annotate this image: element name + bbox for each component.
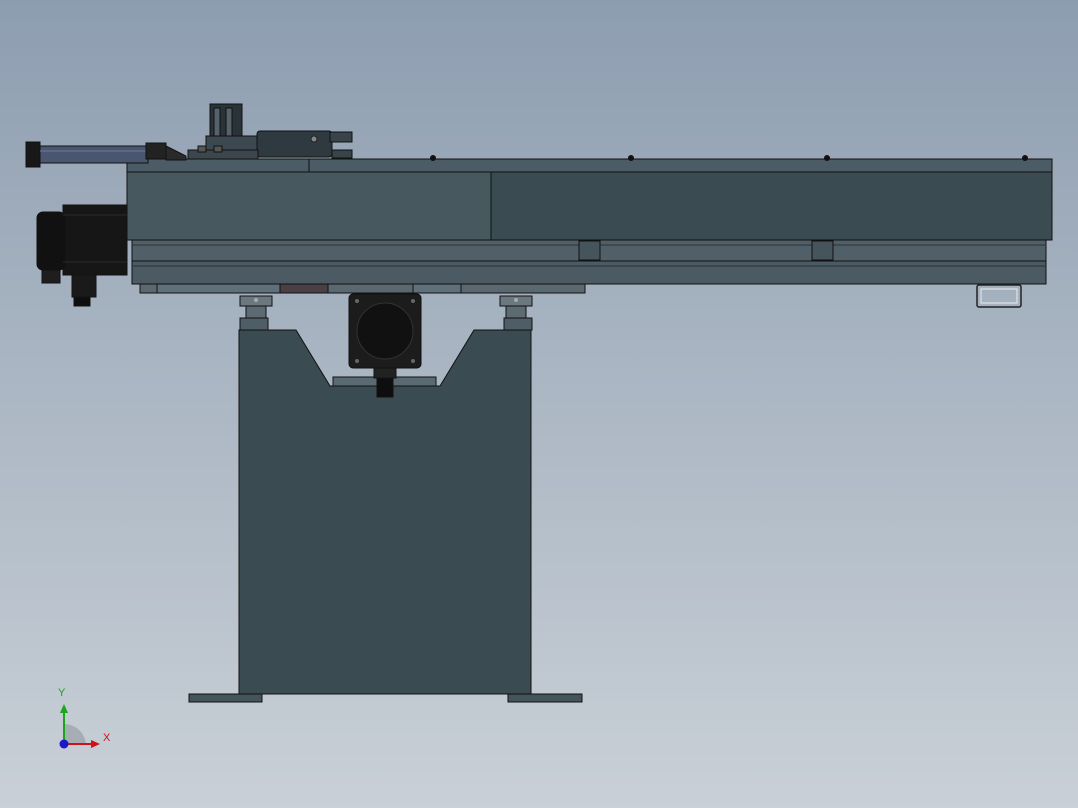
beam-body	[126, 171, 1053, 241]
cad-graphics-viewport[interactable]: Y X	[0, 0, 1078, 808]
servo-motor	[36, 204, 128, 307]
x-axis-arrowhead	[91, 740, 100, 748]
horizontal-rail-upper	[131, 239, 1047, 262]
end-stop-bracket	[976, 284, 1022, 308]
carriage-plate	[139, 283, 586, 294]
beam-top-cover	[126, 155, 1053, 173]
x-axis-label: X	[103, 732, 111, 744]
coordinate-triad-icon	[59, 704, 100, 749]
z-axis-dot	[59, 739, 69, 749]
guide-block-left	[239, 295, 273, 331]
horizontal-rail-lower	[131, 260, 1047, 285]
column-foot-left	[188, 693, 263, 703]
y-axis-arrowhead	[60, 704, 68, 713]
column-foot-right	[507, 693, 583, 703]
guide-block-right	[499, 295, 533, 331]
vertical-drive-motor	[332, 293, 437, 398]
y-axis-label: Y	[58, 687, 66, 699]
gripper-assembly	[187, 103, 353, 160]
gantry-model-drawing[interactable]	[0, 0, 1078, 808]
